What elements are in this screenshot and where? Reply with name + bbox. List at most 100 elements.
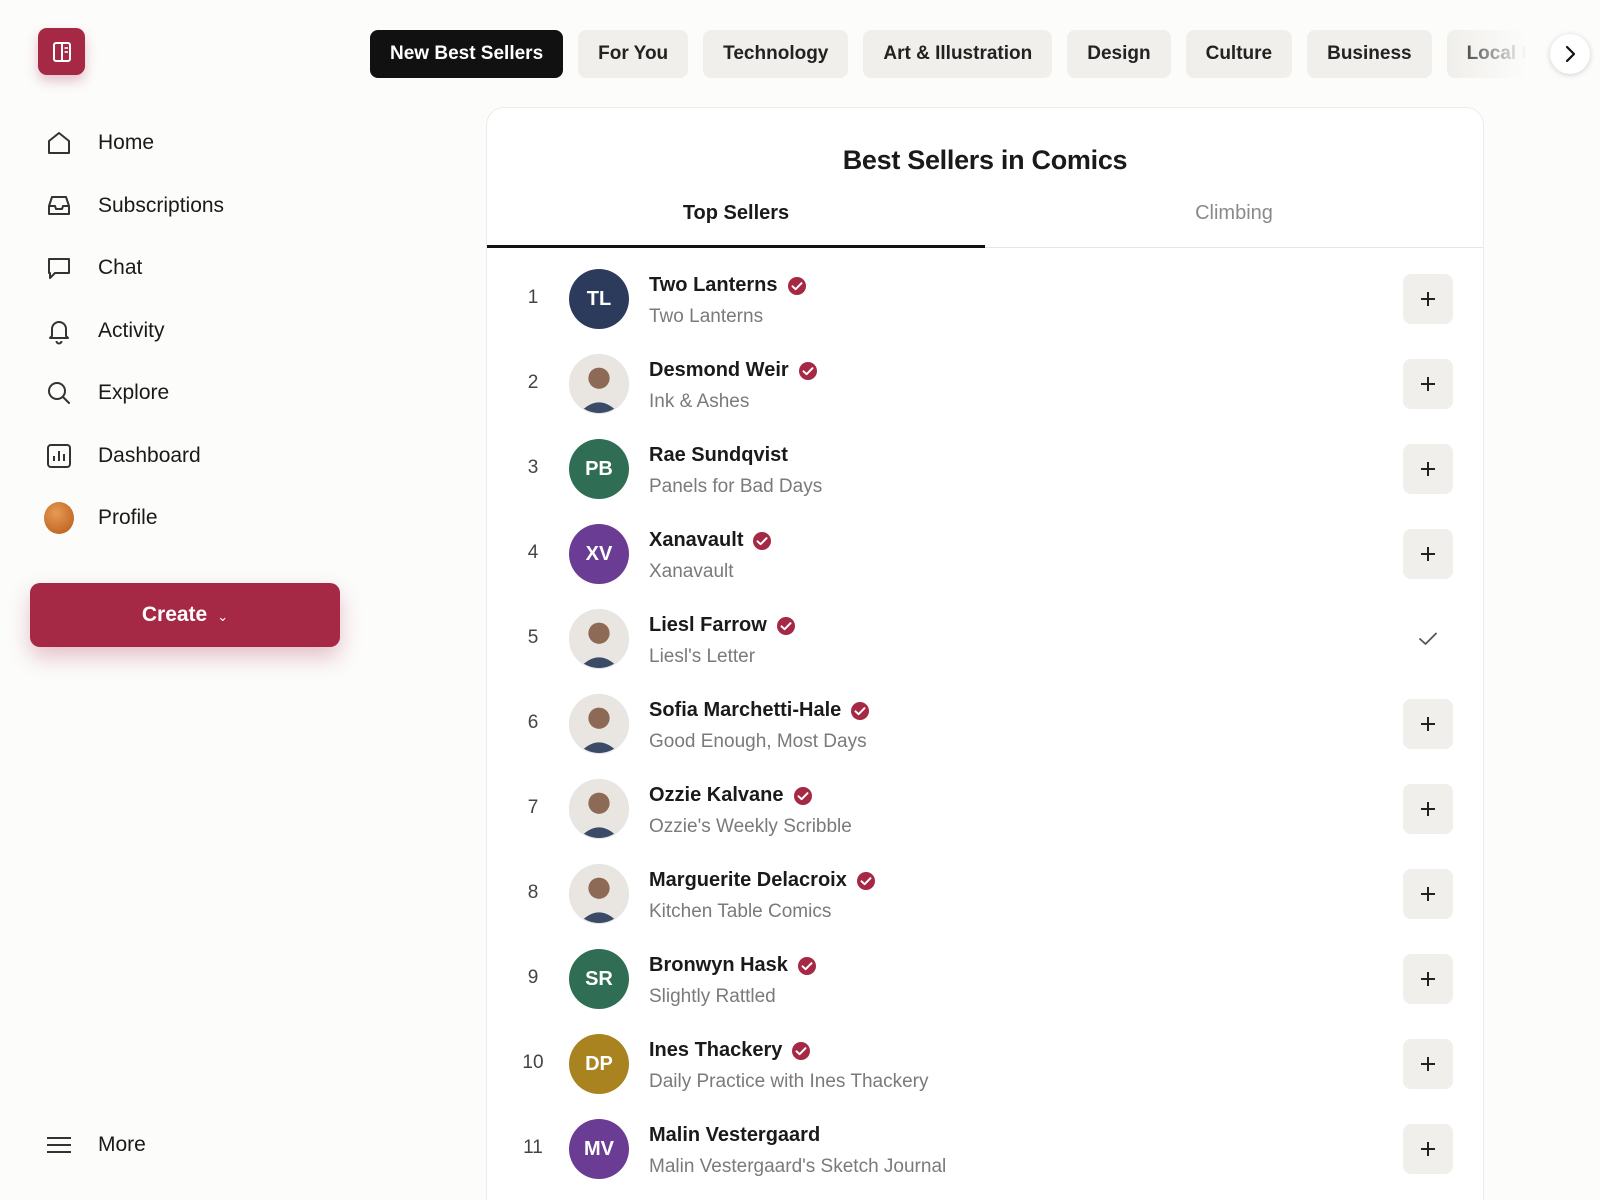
- chat-icon: [44, 253, 74, 283]
- author-name[interactable]: Rae Sundqvist: [649, 444, 788, 467]
- avatar[interactable]: [569, 864, 629, 924]
- author-name-line: Malin Vestergaard: [649, 1124, 820, 1147]
- avatar-initials: TL: [586, 287, 612, 310]
- publication-name[interactable]: Ink & Ashes: [649, 391, 749, 413]
- author-name[interactable]: Liesl Farrow: [649, 614, 767, 637]
- verified-badge-icon: [797, 956, 817, 976]
- plus-icon: [1421, 802, 1435, 816]
- scroll-right-button[interactable]: [1550, 34, 1590, 74]
- author-name[interactable]: Ines Thackery: [649, 1039, 782, 1062]
- check-icon: [1419, 632, 1437, 645]
- more-button[interactable]: More: [44, 1130, 146, 1160]
- author-name[interactable]: Marguerite Delacroix: [649, 869, 847, 892]
- avatar[interactable]: PB: [569, 439, 629, 499]
- subscribe-button[interactable]: [1403, 1039, 1453, 1089]
- sidebar-item-label: Activity: [98, 318, 165, 342]
- subscribe-button[interactable]: [1403, 444, 1453, 494]
- verified-badge-icon: [856, 871, 876, 891]
- subscribe-button[interactable]: [1403, 869, 1453, 919]
- publication-name[interactable]: Slightly Rattled: [649, 986, 776, 1008]
- category-chip-for-you[interactable]: For You: [578, 30, 689, 78]
- subscribe-button[interactable]: [1403, 274, 1453, 324]
- rank-number: 10: [522, 1052, 544, 1073]
- avatar[interactable]: [569, 694, 629, 754]
- list-item[interactable]: 7 Ozzie Kalvane Ozzie's Weekly Scribble: [487, 767, 1483, 852]
- publication-name[interactable]: Kitchen Table Comics: [649, 901, 831, 923]
- category-chip-culture[interactable]: Culture: [1185, 30, 1293, 78]
- category-tabs: New Best Sellers For You Technology Art …: [370, 30, 1560, 78]
- verified-badge-icon: [798, 361, 818, 381]
- author-name-line: Xanavault: [649, 529, 772, 552]
- subscribe-button[interactable]: [1403, 1124, 1453, 1174]
- inbox-icon: [44, 191, 74, 221]
- list-item[interactable]: 11 MV Malin Vestergaard Malin Vestergaard's…: [487, 1107, 1483, 1192]
- category-chip-business[interactable]: Business: [1307, 30, 1432, 78]
- publication-name[interactable]: Ozzie's Weekly Scribble: [649, 816, 852, 838]
- publication-name[interactable]: Liesl's Letter: [649, 646, 755, 668]
- ranking-tabs: Top Sellers Climbing: [487, 202, 1483, 248]
- chevron-down-icon: ⌄: [217, 609, 229, 624]
- publication-name[interactable]: Daily Practice with Ines Thackery: [649, 1071, 928, 1093]
- sidebar-item-explore[interactable]: Explore: [30, 362, 350, 425]
- category-chip-design[interactable]: Design: [1067, 30, 1171, 78]
- plus-icon: [1421, 717, 1435, 731]
- subscribed-button[interactable]: [1403, 614, 1453, 664]
- subscribe-button[interactable]: [1403, 784, 1453, 834]
- subscribe-button[interactable]: [1403, 954, 1453, 1004]
- list-item[interactable]: 2 Desmond Weir Ink & Ashes: [487, 342, 1483, 427]
- author-name[interactable]: Bronwyn Hask: [649, 954, 788, 977]
- avatar[interactable]: TL: [569, 269, 629, 329]
- avatar[interactable]: [569, 354, 629, 414]
- publication-name[interactable]: Xanavault: [649, 561, 734, 583]
- list-item[interactable]: 1 TL Two Lanterns Two Lanterns: [487, 257, 1483, 342]
- subscribe-button[interactable]: [1403, 529, 1453, 579]
- category-chip-art-illustration[interactable]: Art & Illustration: [863, 30, 1053, 78]
- list-item[interactable]: 9 SR Bronwyn Hask Slightly Rattled: [487, 937, 1483, 1022]
- author-name[interactable]: Xanavault: [649, 529, 743, 552]
- list-item[interactable]: 3 PB Rae Sundqvist Panels for Bad Days: [487, 427, 1483, 512]
- avatar[interactable]: [569, 779, 629, 839]
- more-label: More: [98, 1133, 146, 1156]
- sidebar-item-home[interactable]: Home: [30, 112, 350, 175]
- category-chip-technology[interactable]: Technology: [703, 30, 849, 78]
- sidebar-item-dashboard[interactable]: Dashboard: [30, 425, 350, 488]
- rank-number: 11: [523, 1137, 543, 1158]
- avatar[interactable]: MV: [569, 1119, 629, 1179]
- list-item[interactable]: 10 DP Ines Thackery Daily Practice with Ine…: [487, 1022, 1483, 1107]
- sidebar-item-subscriptions[interactable]: Subscriptions: [30, 175, 350, 238]
- publication-name[interactable]: Two Lanterns: [649, 306, 763, 328]
- author-name[interactable]: Desmond Weir: [649, 359, 789, 382]
- subscribe-button[interactable]: [1403, 699, 1453, 749]
- avatar[interactable]: SR: [569, 949, 629, 1009]
- author-name[interactable]: Sofia Marchetti-Hale: [649, 699, 841, 722]
- list-item[interactable]: 4 XV Xanavault Xanavault: [487, 512, 1483, 597]
- list-item[interactable]: 6 Sofia Marchetti-Hale Good Enough, Most D…: [487, 682, 1483, 767]
- sidebar-item-chat[interactable]: Chat: [30, 237, 350, 300]
- category-chip-local-policy[interactable]: Local Policy: [1446, 30, 1560, 78]
- sidebar-item-activity[interactable]: Activity: [30, 300, 350, 363]
- category-chip-new-best-sellers[interactable]: New Best Sellers: [370, 30, 564, 78]
- author-name[interactable]: Malin Vestergaard: [649, 1124, 820, 1147]
- publication-name[interactable]: Malin Vestergaard's Sketch Journal: [649, 1156, 946, 1178]
- author-name-line: Desmond Weir: [649, 359, 818, 382]
- create-button[interactable]: Create ⌄: [30, 583, 340, 647]
- tab-top-sellers[interactable]: Top Sellers: [487, 202, 985, 248]
- list-item[interactable]: 5 Liesl Farrow Liesl's Letter: [487, 597, 1483, 682]
- sidebar-item-profile[interactable]: Profile: [30, 487, 350, 550]
- author-name[interactable]: Two Lanterns: [649, 274, 778, 297]
- subscribe-button[interactable]: [1403, 359, 1453, 409]
- avatar[interactable]: XV: [569, 524, 629, 584]
- plus-icon: [1421, 1142, 1435, 1156]
- tab-climbing[interactable]: Climbing: [985, 202, 1483, 247]
- bestseller-list: 1 TL Two Lanterns Two Lanterns 2 Desmond Weir…: [487, 248, 1483, 1192]
- app-logo[interactable]: [38, 28, 85, 75]
- author-name[interactable]: Ozzie Kalvane: [649, 784, 784, 807]
- publication-name[interactable]: Good Enough, Most Days: [649, 731, 867, 753]
- avatar[interactable]: [569, 609, 629, 669]
- avatar-initials: XV: [585, 542, 613, 565]
- list-item[interactable]: 8 Marguerite Delacroix Kitchen Table Comic…: [487, 852, 1483, 937]
- avatar-initials: MV: [584, 1137, 614, 1160]
- publication-name[interactable]: Panels for Bad Days: [649, 476, 822, 498]
- book-icon: [52, 41, 71, 62]
- avatar[interactable]: DP: [569, 1034, 629, 1094]
